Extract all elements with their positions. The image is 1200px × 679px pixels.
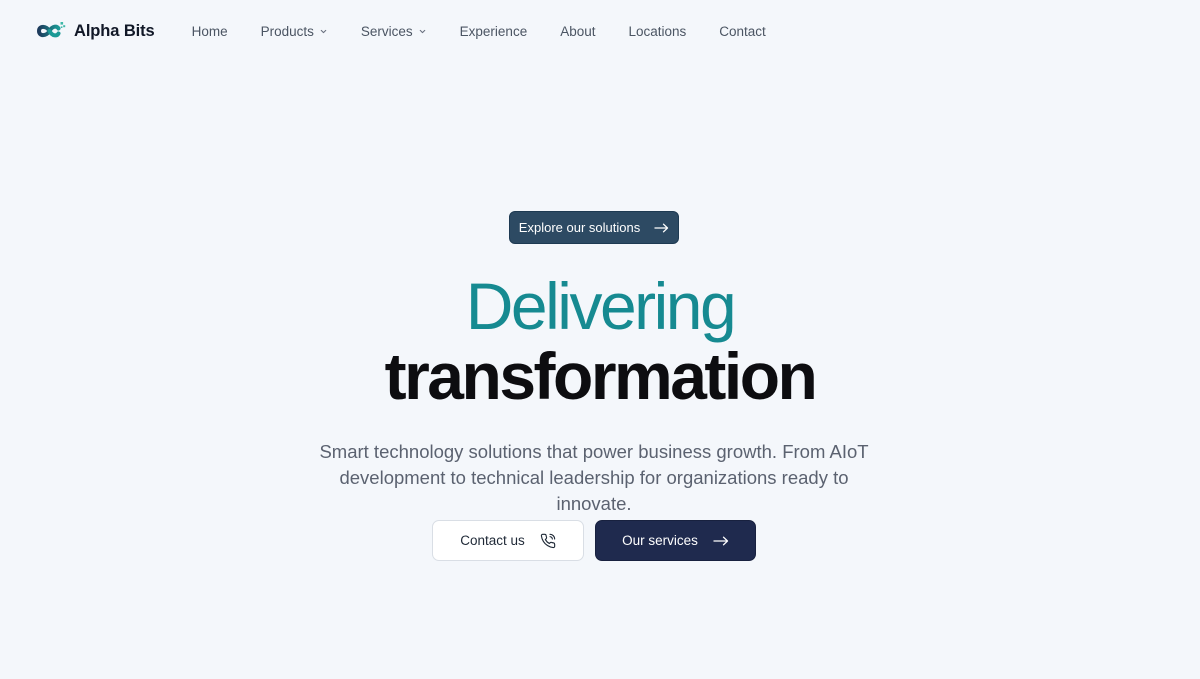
nav-item-products[interactable]: Products (261, 24, 328, 39)
hero-headline-main: transformation (384, 339, 818, 413)
brand-link[interactable]: Alpha Bits (36, 20, 155, 42)
chevron-down-icon (419, 29, 425, 34)
hero-subtitle-line-2: development to technical leadership for … (339, 467, 849, 514)
site-header: Alpha Bits Home Products Services Experi… (0, 0, 1200, 62)
hero-headline-accent: Delivering (465, 269, 737, 343)
nav-item-experience[interactable]: Experience (460, 24, 528, 39)
explore-solutions-badge[interactable]: Explore our solutions (509, 211, 679, 244)
nav-item-label: Contact (719, 23, 766, 39)
nav-item-label: Products (260, 23, 314, 39)
nav-item-label: About (560, 23, 596, 39)
hero-subtitle-line-1: Smart technology solutions that power bu… (319, 441, 869, 462)
arrow-right-icon (713, 536, 729, 545)
nav-item-label: Home (191, 23, 228, 39)
main-nav: Home Products Services Experience About … (192, 24, 766, 39)
phone-icon (540, 533, 555, 548)
chevron-down-icon (320, 29, 327, 34)
contact-us-label: Contact us (460, 533, 525, 548)
nav-item-services[interactable]: Services (361, 24, 427, 39)
our-services-button[interactable]: Our services (595, 520, 756, 561)
nav-item-label: Locations (628, 23, 687, 39)
nav-item-label: Experience (459, 23, 528, 39)
badge-label: Explore our solutions (518, 220, 641, 235)
our-services-label: Our services (622, 533, 698, 548)
nav-item-locations[interactable]: Locations (628, 24, 686, 39)
nav-item-contact[interactable]: Contact (719, 24, 766, 39)
nav-item-label: Services (360, 23, 413, 39)
nav-item-about[interactable]: About (560, 24, 595, 39)
arrow-right-icon (654, 223, 669, 232)
brand-name: Alpha Bits (74, 21, 155, 40)
hero-subtitle: Smart technology solutions that power bu… (300, 439, 888, 517)
nav-item-home[interactable]: Home (192, 24, 228, 39)
contact-us-button[interactable]: Contact us (432, 520, 584, 561)
alpha-bits-logo-icon (36, 22, 66, 38)
